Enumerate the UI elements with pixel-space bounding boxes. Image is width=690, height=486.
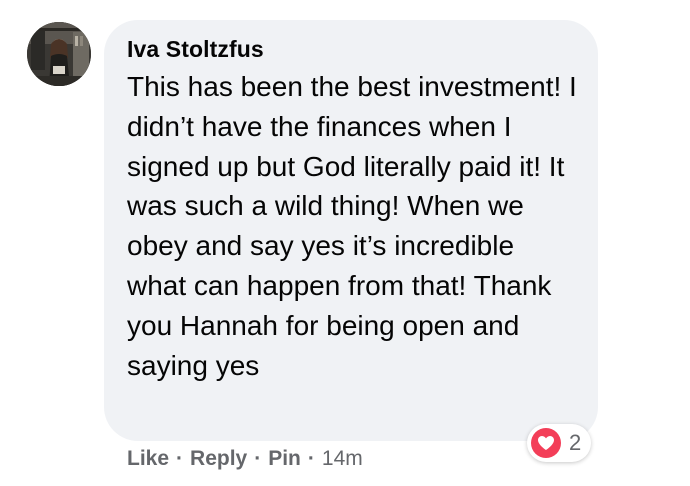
comment-actions: Like · Reply · Pin · 14m — [127, 447, 363, 471]
pin-button[interactable]: Pin — [268, 447, 301, 471]
reply-button[interactable]: Reply — [190, 447, 247, 471]
comment-text: This has been the best investment! I did… — [127, 71, 577, 381]
like-button[interactable]: Like — [127, 447, 169, 471]
reaction-count: 2 — [569, 430, 582, 455]
separator: · — [307, 447, 315, 470]
avatar[interactable] — [27, 22, 91, 86]
comment-timestamp[interactable]: 14m — [322, 447, 363, 471]
separator: · — [254, 447, 262, 470]
comment: Iva Stoltzfus This has been the best inv… — [0, 0, 690, 486]
separator: · — [176, 447, 184, 470]
heart-icon — [531, 428, 561, 458]
comment-author[interactable]: Iva Stoltzfus — [127, 36, 264, 63]
reactions-badge[interactable]: 2 — [527, 424, 592, 462]
